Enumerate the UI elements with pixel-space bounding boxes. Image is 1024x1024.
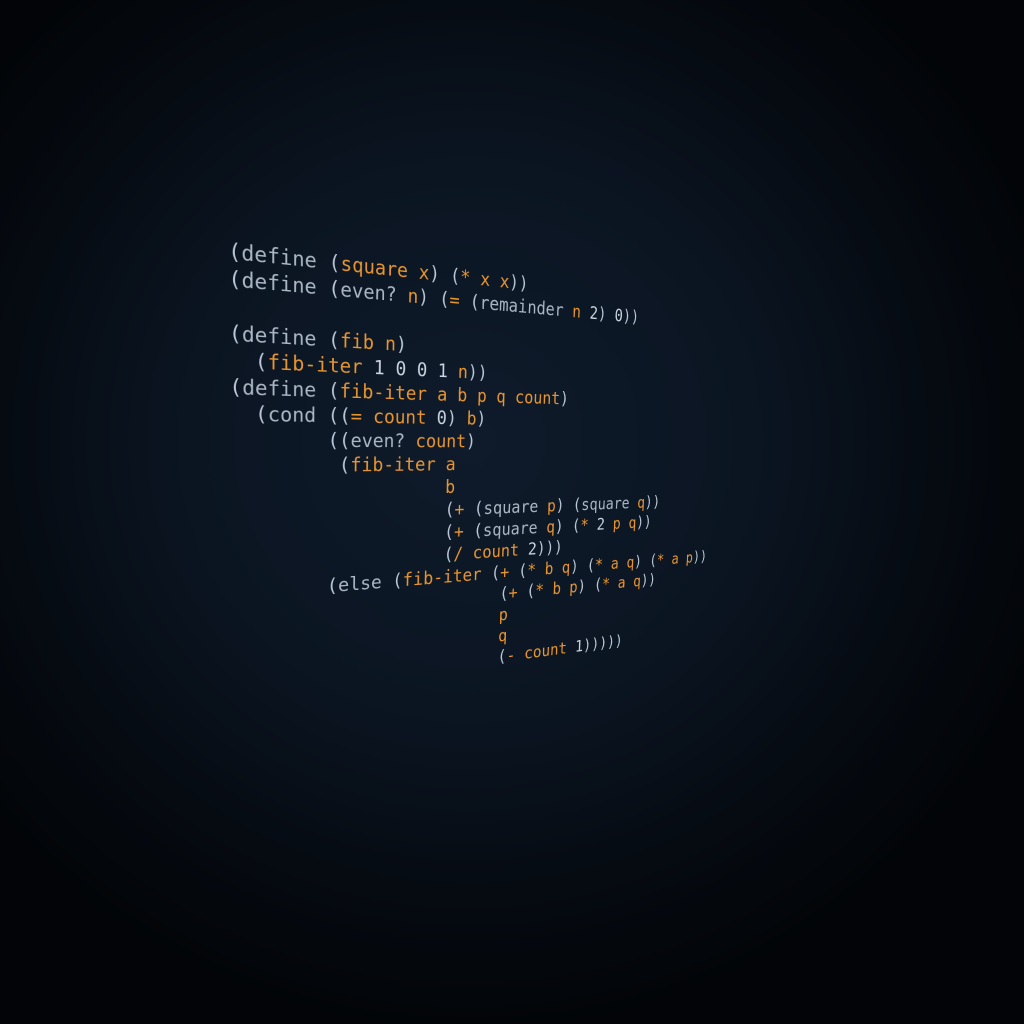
code-token: * [579, 515, 598, 535]
code-token: a q [617, 572, 642, 592]
code-token: ( [473, 498, 484, 519]
code-token: ) [476, 408, 487, 429]
code-token: ( [228, 239, 242, 266]
code-token: square [482, 517, 547, 541]
code-token: define [242, 375, 329, 402]
code-token: b q [544, 557, 571, 579]
code-token: (( [229, 428, 351, 452]
code-token: ( [327, 379, 340, 403]
code-token: a b p q count [436, 383, 561, 409]
code-token: count [415, 430, 467, 452]
code-token: ) ( [429, 262, 461, 288]
code-token: else [338, 570, 393, 596]
code-token: cond [267, 402, 328, 427]
code-token: + [499, 561, 519, 583]
code-token: )) [692, 547, 708, 566]
code-token: x x [480, 268, 510, 293]
code-token: fib-iter [339, 379, 438, 405]
code-token: )) [644, 493, 661, 512]
code-token: a [445, 454, 456, 475]
code-token: fib-iter [267, 350, 374, 379]
code-token: ( [328, 250, 341, 276]
code-token: ( [228, 321, 242, 347]
code-token: ( [392, 570, 403, 592]
scheme-code-block: (define (square x) (* x x)) (define (even… [228, 238, 723, 705]
code-scene: (define (square x) (* x x)) (define (even… [0, 0, 1024, 1024]
code-token: ) [559, 388, 570, 409]
code-token: * [460, 265, 481, 290]
code-token: even? [350, 429, 416, 452]
code-token: ) ( [577, 575, 603, 596]
code-token: )) [509, 271, 529, 295]
code-token: + [453, 521, 474, 542]
code-token: ) [395, 333, 407, 356]
code-token: = [449, 289, 471, 313]
code-token: fib-iter [350, 454, 446, 476]
code-token: a p [671, 548, 694, 568]
code-token: ) ( [555, 495, 582, 516]
code-token: ( [229, 401, 268, 426]
code-token: = [350, 405, 374, 428]
code-token: fib [339, 329, 386, 355]
code-token: ) [446, 407, 467, 429]
code-token: / [453, 543, 474, 565]
code-token: )) [635, 513, 652, 532]
code-token: ( [228, 266, 242, 293]
code-token: ( [229, 454, 351, 478]
code-token: b [444, 476, 456, 498]
code-token: a q [610, 553, 635, 573]
code-token: b p [552, 577, 579, 599]
code-token: 1 0 0 1 [373, 356, 459, 383]
code-token: square [483, 496, 548, 519]
code-token: even? [340, 277, 408, 307]
code-token: * [656, 550, 673, 569]
code-token: count [472, 539, 529, 563]
code-token: ))))) [582, 631, 624, 655]
code-token: p q [612, 513, 637, 533]
code-token: n [457, 361, 469, 383]
code-token: * [534, 579, 553, 600]
code-token: x [418, 261, 430, 285]
code-token: square [580, 493, 638, 514]
code-token: * [526, 559, 546, 580]
code-token: ) ( [418, 285, 450, 311]
code-token: 2 [596, 514, 614, 534]
code-token: )) [467, 361, 488, 384]
code-token: ) [465, 431, 477, 452]
code-token: )) [640, 570, 657, 590]
code-token: + [454, 498, 475, 520]
code-token: ( [228, 348, 268, 374]
code-token: )) [622, 306, 640, 327]
code-token: * [601, 574, 619, 594]
code-token: ( [229, 375, 243, 400]
code-token: n [384, 332, 397, 356]
code-token: n [571, 301, 590, 323]
code-token: - [506, 644, 525, 666]
code-token: * [594, 554, 612, 575]
code-token: ( [328, 328, 341, 352]
code-token: ) ( [554, 516, 581, 537]
code-token: count [523, 637, 576, 663]
code-token: n [407, 284, 419, 308]
code-token: count [372, 405, 437, 429]
code-token: (( [327, 404, 351, 428]
code-token: + [508, 582, 527, 603]
code-token: ) ( [569, 556, 596, 577]
code-token: ))) [536, 537, 564, 559]
code-token: q [497, 625, 508, 646]
code-token: ) [597, 303, 616, 325]
code-token: p [498, 604, 509, 625]
code-token: ) ( [633, 551, 658, 571]
code-token: define [241, 322, 329, 352]
code-token: ( [328, 276, 341, 301]
